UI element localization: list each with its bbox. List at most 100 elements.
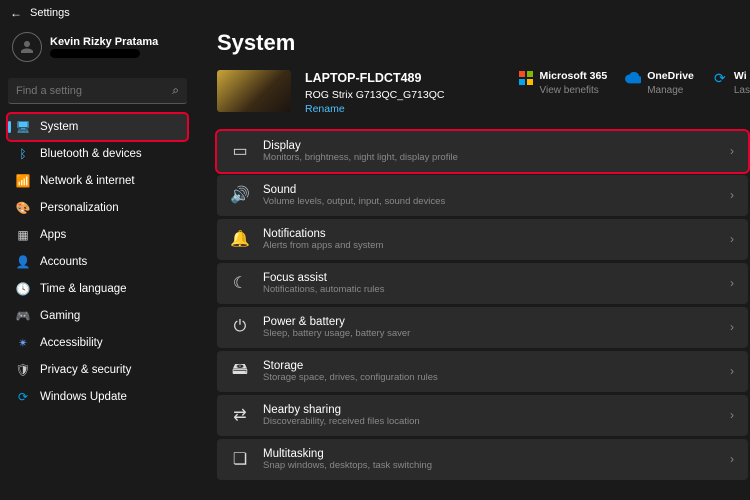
cloud-title: Microsoft 365 bbox=[540, 70, 608, 84]
device-model: ROG Strix G713QC_G713QC bbox=[305, 88, 444, 103]
setting-desc: Monitors, brightness, night light, displ… bbox=[263, 152, 716, 163]
setting-row-power-battery[interactable]: ⏻ Power & batterySleep, battery usage, ba… bbox=[217, 307, 748, 348]
onedrive-icon bbox=[625, 70, 641, 86]
nav-icon: 👤 bbox=[16, 255, 30, 269]
sidebar-item-bluetooth-devices[interactable]: ᛒ Bluetooth & devices bbox=[8, 141, 187, 167]
search-icon: ⌕ bbox=[172, 83, 179, 98]
setting-row-focus-assist[interactable]: ☾ Focus assistNotifications, automatic ru… bbox=[217, 263, 748, 304]
setting-row-sound[interactable]: 🔊 SoundVolume levels, output, input, soun… bbox=[217, 175, 748, 216]
nav-label: Time & language bbox=[40, 283, 127, 295]
nav-icon: 🖥 bbox=[16, 120, 30, 134]
moon-icon: ☾ bbox=[231, 274, 249, 292]
sidebar-item-time-language[interactable]: 🕓 Time & language bbox=[8, 276, 187, 302]
chevron-right-icon: › bbox=[730, 276, 734, 290]
setting-title: Focus assist bbox=[263, 272, 716, 284]
window-title: Settings bbox=[30, 7, 70, 19]
setting-desc: Discoverability, received files location bbox=[263, 416, 716, 427]
sidebar-item-system[interactable]: 🖥 System bbox=[8, 114, 187, 140]
nav-icon: 🛡 bbox=[16, 363, 30, 377]
setting-row-multitasking[interactable]: ❏ MultitaskingSnap windows, desktops, tas… bbox=[217, 439, 748, 480]
device-name: LAPTOP-FLDCT489 bbox=[305, 70, 444, 88]
setting-title: Multitasking bbox=[263, 448, 716, 460]
nav-label: Privacy & security bbox=[40, 364, 131, 376]
nav-label: Personalization bbox=[40, 202, 119, 214]
avatar-icon bbox=[12, 32, 42, 62]
setting-row-display[interactable]: ▭ DisplayMonitors, brightness, night ligh… bbox=[217, 131, 748, 172]
setting-desc: Snap windows, desktops, task switching bbox=[263, 460, 716, 471]
setting-desc: Volume levels, output, input, sound devi… bbox=[263, 196, 716, 207]
chevron-right-icon: › bbox=[730, 408, 734, 422]
sidebar-item-personalization[interactable]: 🎨 Personalization bbox=[8, 195, 187, 221]
sidebar-item-windows-update[interactable]: ⟳ Windows Update bbox=[8, 384, 187, 410]
setting-desc: Storage space, drives, configuration rul… bbox=[263, 372, 716, 383]
setting-row-notifications[interactable]: 🔔 NotificationsAlerts from apps and syste… bbox=[217, 219, 748, 260]
chevron-right-icon: › bbox=[730, 364, 734, 378]
setting-title: Storage bbox=[263, 360, 716, 372]
cloud-item-microsoft-[interactable]: Microsoft 365View benefits bbox=[518, 70, 608, 97]
nav-label: Network & internet bbox=[40, 175, 135, 187]
nav-label: Gaming bbox=[40, 310, 80, 322]
cloud-sub: View benefits bbox=[540, 84, 608, 97]
nav-label: Windows Update bbox=[40, 391, 127, 403]
sidebar-item-network-internet[interactable]: 📶 Network & internet bbox=[8, 168, 187, 194]
page-title: System bbox=[217, 30, 750, 56]
cloud-title: OneDrive bbox=[647, 70, 694, 84]
setting-title: Sound bbox=[263, 184, 716, 196]
nav-icon: ▦ bbox=[16, 228, 30, 242]
bell-icon: 🔔 bbox=[231, 230, 249, 248]
cloud-sub: Manage bbox=[647, 84, 694, 97]
nav-icon: 📶 bbox=[16, 174, 30, 188]
device-thumbnail bbox=[217, 70, 291, 112]
setting-row-nearby-sharing[interactable]: ⇄ Nearby sharingDiscoverability, received… bbox=[217, 395, 748, 436]
setting-title: Power & battery bbox=[263, 316, 716, 328]
rename-link[interactable]: Rename bbox=[305, 102, 444, 117]
nav-label: Accessibility bbox=[40, 337, 103, 349]
sidebar-nav: 🖥 System ᛒ Bluetooth & devices 📶 Network & in… bbox=[8, 114, 187, 410]
chevron-right-icon: › bbox=[730, 188, 734, 202]
nav-label: Bluetooth & devices bbox=[40, 148, 142, 160]
share-icon: ⇄ bbox=[231, 406, 249, 424]
cloud-item-onedrive[interactable]: OneDriveManage bbox=[625, 70, 694, 97]
display-icon: ▭ bbox=[231, 142, 249, 160]
search-input[interactable]: ⌕ bbox=[8, 78, 187, 104]
setting-title: Display bbox=[263, 140, 716, 152]
setting-desc: Alerts from apps and system bbox=[263, 240, 716, 251]
setting-row-storage[interactable]: 🖴 StorageStorage space, drives, configura… bbox=[217, 351, 748, 392]
nav-icon: ✴ bbox=[16, 336, 30, 350]
back-icon[interactable]: ← bbox=[10, 6, 22, 20]
chevron-right-icon: › bbox=[730, 144, 734, 158]
storage-icon: 🖴 bbox=[231, 362, 249, 380]
sidebar-item-privacy-security[interactable]: 🛡 Privacy & security bbox=[8, 357, 187, 383]
nav-label: Accounts bbox=[40, 256, 87, 268]
setting-title: Notifications bbox=[263, 228, 716, 240]
sidebar-item-accounts[interactable]: 👤 Accounts bbox=[8, 249, 187, 275]
chevron-right-icon: › bbox=[730, 452, 734, 466]
nav-icon: 🎮 bbox=[16, 309, 30, 323]
nav-icon: 🕓 bbox=[16, 282, 30, 296]
sound-icon: 🔊 bbox=[231, 186, 249, 204]
chevron-right-icon: › bbox=[730, 232, 734, 246]
nav-label: Apps bbox=[40, 229, 66, 241]
cloud-item-wi[interactable]: ⟳ WiLas bbox=[712, 70, 750, 97]
sidebar-item-accessibility[interactable]: ✴ Accessibility bbox=[8, 330, 187, 356]
nav-icon: 🎨 bbox=[16, 201, 30, 215]
setting-desc: Notifications, automatic rules bbox=[263, 284, 716, 295]
search-field[interactable] bbox=[16, 85, 172, 97]
nav-icon: ⟳ bbox=[16, 390, 30, 404]
sidebar-item-apps[interactable]: ▦ Apps bbox=[8, 222, 187, 248]
user-email-redacted bbox=[50, 49, 140, 58]
nav-icon: ᛒ bbox=[16, 147, 30, 161]
multi-icon: ❏ bbox=[231, 450, 249, 468]
ms365-icon bbox=[518, 70, 534, 86]
cloud-sub: Las bbox=[734, 84, 750, 97]
user-name: Kevin Rizky Pratama bbox=[50, 36, 158, 48]
setting-title: Nearby sharing bbox=[263, 404, 716, 416]
sidebar-item-gaming[interactable]: 🎮 Gaming bbox=[8, 303, 187, 329]
nav-label: System bbox=[40, 121, 78, 133]
update-icon: ⟳ bbox=[712, 70, 728, 86]
cloud-title: Wi bbox=[734, 70, 750, 84]
power-icon: ⏻ bbox=[231, 318, 249, 336]
chevron-right-icon: › bbox=[730, 320, 734, 334]
setting-desc: Sleep, battery usage, battery saver bbox=[263, 328, 716, 339]
user-profile[interactable]: Kevin Rizky Pratama bbox=[8, 26, 187, 72]
